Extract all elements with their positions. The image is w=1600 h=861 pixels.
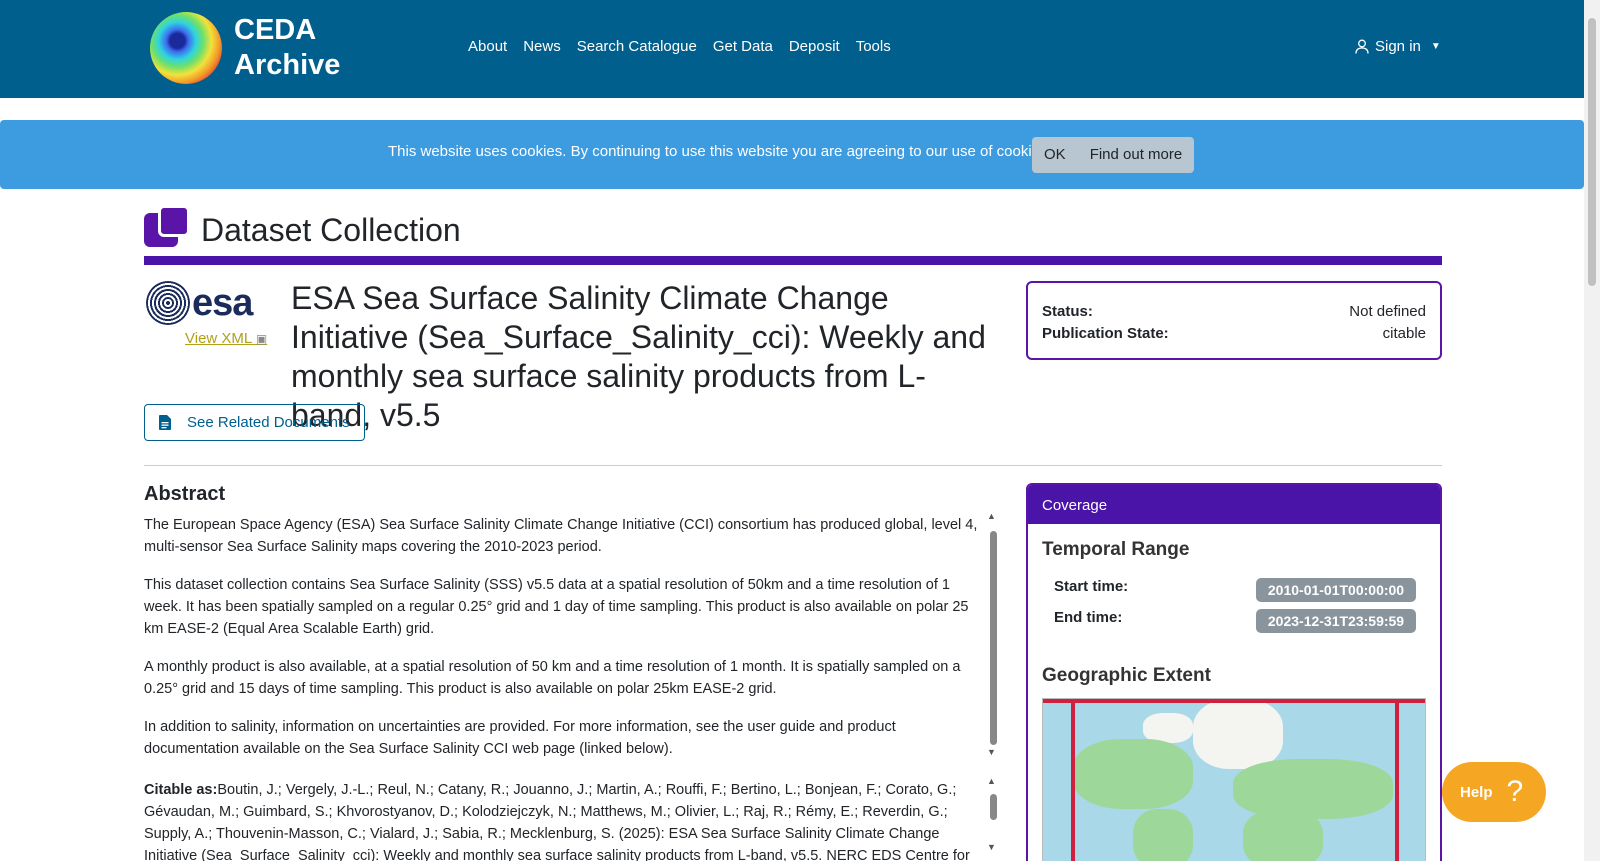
nav-tools[interactable]: Tools [856, 38, 891, 55]
document-icon [159, 415, 171, 430]
citation-text[interactable]: Citable as:Boutin, J.; Vergely, J.-L.; R… [144, 779, 984, 861]
temporal-range-heading: Temporal Range [1042, 539, 1190, 560]
scroll-thumb[interactable] [990, 531, 997, 745]
status-value: Not defined [1349, 303, 1426, 320]
scroll-down-arrow-icon[interactable]: ▼ [987, 747, 996, 757]
map-land [1193, 699, 1283, 769]
geographic-extent-heading: Geographic Extent [1042, 665, 1211, 686]
citation-scrollbar[interactable]: ▲ ▼ [987, 776, 999, 861]
dataset-collection-icon [144, 205, 190, 249]
map-land [1243, 809, 1323, 861]
file-code-icon: ▣ [255, 332, 268, 346]
abstract-paragraph: The European Space Agency (ESA) Sea Surf… [144, 517, 978, 555]
geographic-extent-map[interactable] [1042, 698, 1426, 861]
status-label: Status: [1042, 303, 1093, 320]
map-land [1073, 739, 1193, 809]
nav-deposit[interactable]: Deposit [789, 38, 840, 55]
cookie-text: This website uses cookies. By continuing… [388, 143, 1052, 160]
map-land [1133, 809, 1193, 861]
scroll-up-arrow-icon[interactable]: ▲ [987, 511, 996, 521]
nav-links: About News Search Catalogue Get Data Dep… [468, 38, 907, 55]
extent-boundary-west [1071, 699, 1075, 861]
esa-logo: esa [146, 280, 268, 326]
chevron-down-icon: ▼ [1430, 41, 1441, 52]
scroll-thumb[interactable] [990, 794, 997, 820]
divider [144, 465, 1442, 466]
nav-get-data[interactable]: Get Data [713, 38, 773, 55]
nav-search-catalogue[interactable]: Search Catalogue [577, 38, 697, 55]
view-xml-label: View XML [185, 330, 252, 347]
cookie-banner: This website uses cookies. By continuing… [0, 120, 1584, 189]
status-box: Status: Not defined Publication State: c… [1026, 281, 1442, 360]
question-icon: ? [1506, 775, 1524, 808]
logo-line1: CEDA [234, 14, 317, 46]
top-navbar: CEDA Archive About News Search Catalogue… [0, 0, 1584, 98]
ceda-archive-logo[interactable]: CEDA Archive [150, 12, 340, 84]
user-icon [1355, 39, 1369, 54]
start-time-label: Start time: [1054, 578, 1129, 595]
esa-logo-mark [146, 281, 190, 325]
start-time-badge: 2010-01-01T00:00:00 [1256, 578, 1416, 602]
coverage-panel: Coverage Temporal Range Start time: 2010… [1026, 483, 1442, 861]
help-label: Help [1460, 783, 1493, 801]
cookie-find-out-more-button[interactable]: Find out more [1078, 137, 1195, 173]
extent-boundary-east [1395, 699, 1399, 861]
page-scrollbar[interactable] [1584, 0, 1600, 861]
related-docs-label: See Related Documents [187, 414, 350, 431]
dataset-title: ESA Sea Surface Salinity Climate Change … [291, 280, 986, 433]
help-button[interactable]: Help ? [1442, 762, 1546, 822]
signin-dropdown[interactable]: Sign in ▼ [1355, 38, 1441, 55]
esa-logo-text: esa [192, 281, 253, 324]
section-title: Dataset Collection [201, 212, 461, 248]
end-time-label: End time: [1054, 609, 1123, 626]
abstract-paragraph: This dataset collection contains Sea Sur… [144, 577, 969, 637]
abstract-paragraph: In addition to salinity, information on … [144, 719, 896, 757]
view-xml-link[interactable]: View XML ▣ [185, 330, 267, 347]
scroll-down-arrow-icon[interactable]: ▼ [987, 842, 996, 852]
abstract-scrollbar[interactable]: ▲ ▼ [987, 511, 999, 758]
citation-body: Boutin, J.; Vergely, J.-L.; Reul, N.; Ca… [144, 782, 970, 861]
title-divider [144, 256, 1442, 265]
nav-about[interactable]: About [468, 38, 507, 55]
page-scroll-thumb[interactable] [1588, 18, 1596, 286]
nav-news[interactable]: News [523, 38, 561, 55]
cookie-ok-button[interactable]: OK [1032, 137, 1078, 173]
map-land [1233, 759, 1393, 819]
scroll-up-arrow-icon[interactable]: ▲ [987, 776, 996, 786]
see-related-documents-button[interactable]: See Related Documents [144, 404, 365, 441]
globe-logo-icon [150, 12, 222, 84]
extent-boundary-north [1043, 699, 1425, 703]
publication-state-value: citable [1382, 325, 1426, 342]
abstract-text[interactable]: The European Space Agency (ESA) Sea Surf… [144, 514, 984, 776]
publication-state-label: Publication State: [1042, 325, 1169, 342]
end-time-badge: 2023-12-31T23:59:59 [1256, 609, 1416, 633]
signin-label: Sign in [1375, 38, 1421, 55]
abstract-heading: Abstract [144, 483, 226, 505]
citation-label: Citable as: [144, 782, 218, 798]
abstract-paragraph: A monthly product is also available, at … [144, 659, 961, 697]
cookie-button-group: OK Find out more [1032, 137, 1195, 173]
coverage-header: Coverage [1028, 485, 1440, 524]
logo-text: CEDA Archive [234, 13, 340, 83]
logo-line2: Archive [234, 49, 341, 81]
